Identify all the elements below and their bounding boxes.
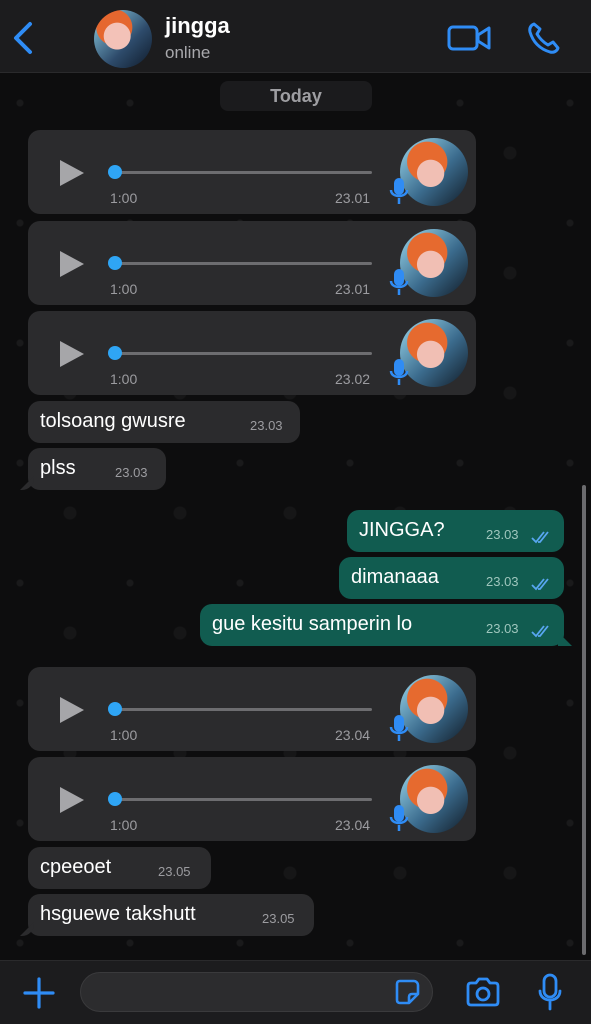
audio-scrubber[interactable] (108, 792, 122, 806)
sender-avatar (400, 229, 468, 297)
read-receipt-icon (531, 578, 549, 591)
voice-duration: 1:00 (110, 727, 138, 743)
sender-avatar (400, 675, 468, 743)
message-time: 23.03 (250, 418, 283, 433)
message-time: 23.03 (486, 574, 519, 589)
voice-message[interactable]: 1:00 23.01 (28, 130, 476, 214)
audio-scrubber[interactable] (108, 702, 122, 716)
voice-message[interactable]: 1:00 23.04 (28, 667, 476, 751)
voice-message[interactable]: 1:00 23.04 (28, 757, 476, 841)
play-icon[interactable] (58, 785, 86, 815)
play-icon[interactable] (58, 158, 86, 188)
play-icon[interactable] (58, 339, 86, 369)
message-time: 23.01 (335, 281, 371, 297)
microphone-icon (389, 269, 409, 295)
outgoing-message[interactable]: dimanaaa 23.03 (339, 557, 564, 599)
audio-scrubber[interactable] (108, 165, 122, 179)
outgoing-message[interactable]: JINGGA? 23.03 (347, 510, 564, 552)
microphone-icon (389, 178, 409, 204)
message-time: 23.02 (335, 371, 371, 387)
microphone-icon (389, 805, 409, 831)
voice-duration: 1:00 (110, 281, 138, 297)
voice-duration: 1:00 (110, 371, 138, 387)
chat-header: jingga online (0, 0, 591, 73)
incoming-message[interactable]: plss 23.03 (28, 448, 166, 490)
input-bar (0, 960, 591, 1024)
chat-area[interactable]: Today 1:00 23.01 1:00 23.01 1:00 23.02 t… (0, 73, 591, 960)
audio-track[interactable] (114, 171, 372, 174)
message-time: 23.03 (486, 621, 519, 636)
play-icon[interactable] (58, 249, 86, 279)
voice-message[interactable]: 1:00 23.01 (28, 221, 476, 305)
message-time: 23.05 (158, 864, 191, 879)
message-text: gue kesitu samperin lo (212, 613, 413, 635)
back-chevron-icon[interactable] (10, 18, 38, 58)
voice-message[interactable]: 1:00 23.02 (28, 311, 476, 395)
audio-track[interactable] (114, 708, 372, 711)
audio-track[interactable] (114, 352, 372, 355)
microphone-icon[interactable] (537, 973, 563, 1011)
sender-avatar (400, 319, 468, 387)
message-time: 23.01 (335, 190, 371, 206)
message-text: tolsoang gwusre (40, 410, 186, 432)
video-call-icon[interactable] (447, 22, 491, 54)
audio-track[interactable] (114, 262, 372, 265)
contact-avatar[interactable] (94, 10, 152, 68)
phone-icon[interactable] (526, 20, 562, 56)
message-time: 23.04 (335, 817, 371, 833)
message-text: dimanaaa (351, 566, 439, 588)
incoming-message[interactable]: hsguewe takshutt 23.05 (28, 894, 314, 936)
message-text: plss (40, 457, 76, 479)
incoming-message[interactable]: tolsoang gwusre 23.03 (28, 401, 300, 443)
message-time: 23.03 (115, 465, 148, 480)
read-receipt-icon (531, 531, 549, 544)
microphone-icon (389, 715, 409, 741)
sender-avatar (400, 765, 468, 833)
message-input[interactable] (80, 972, 433, 1012)
sticker-icon[interactable] (393, 978, 421, 1006)
sender-avatar (400, 138, 468, 206)
plus-icon[interactable] (22, 976, 56, 1010)
voice-duration: 1:00 (110, 817, 138, 833)
outgoing-message[interactable]: gue kesitu samperin lo 23.03 (200, 604, 564, 646)
message-time: 23.03 (486, 527, 519, 542)
microphone-icon (389, 359, 409, 385)
day-separator: Today (220, 81, 372, 111)
contact-status: online (165, 43, 211, 62)
voice-duration: 1:00 (110, 190, 138, 206)
message-time: 23.04 (335, 727, 371, 743)
audio-track[interactable] (114, 798, 372, 801)
audio-scrubber[interactable] (108, 256, 122, 270)
audio-scrubber[interactable] (108, 346, 122, 360)
camera-icon[interactable] (465, 977, 501, 1007)
message-text: hsguewe takshutt (40, 903, 196, 925)
scrollbar[interactable] (582, 485, 586, 955)
incoming-message[interactable]: cpeeoet 23.05 (28, 847, 211, 889)
message-time: 23.05 (262, 911, 295, 926)
play-icon[interactable] (58, 695, 86, 725)
contact-name[interactable]: jingga (165, 13, 230, 39)
read-receipt-icon (531, 625, 549, 638)
message-text: cpeeoet (40, 856, 112, 878)
message-text: JINGGA? (359, 519, 445, 541)
